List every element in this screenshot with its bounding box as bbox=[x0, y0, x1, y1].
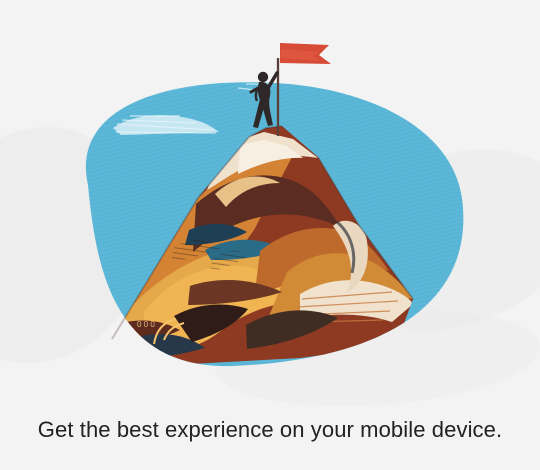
mobile-experience-screen: 0 0 0 Get the best experience on your mo… bbox=[0, 0, 540, 470]
svg-text:0 0 0: 0 0 0 bbox=[137, 320, 155, 329]
mobile-experience-message: Get the best experience on your mobile d… bbox=[37, 417, 503, 442]
mountain-summit-illustration: 0 0 0 bbox=[85, 43, 464, 367]
